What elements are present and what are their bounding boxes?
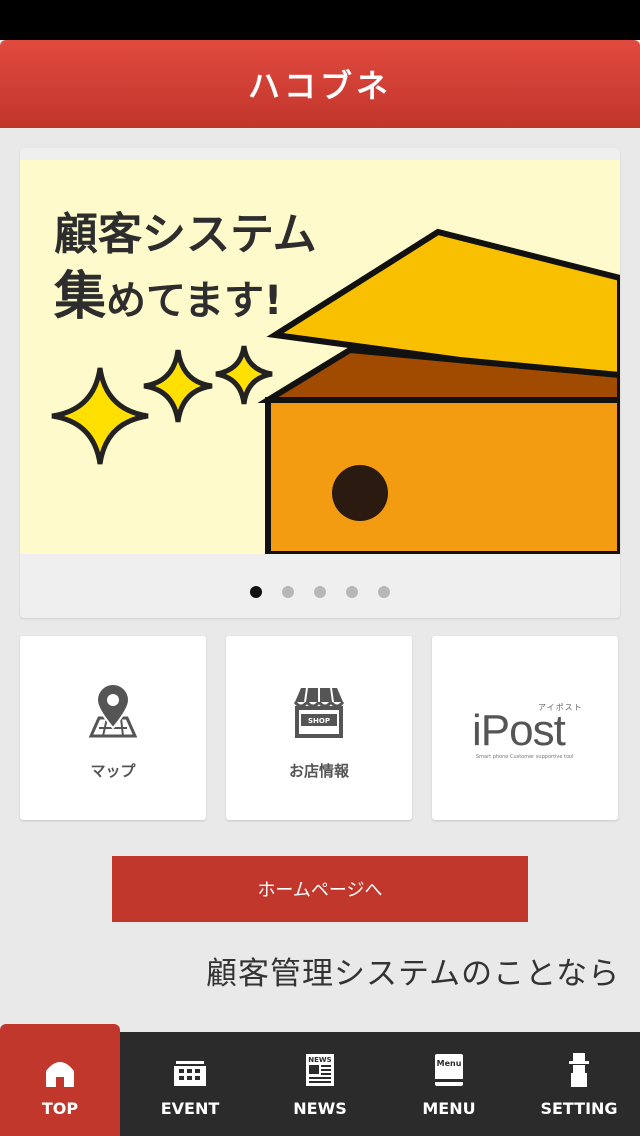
map-pin-icon xyxy=(88,683,138,738)
tile-shop-label: お店情報 xyxy=(288,762,349,780)
carousel-dot[interactable] xyxy=(346,586,358,598)
newspaper-icon: NEWS xyxy=(306,1054,334,1086)
banner-line2-rest: めてます! xyxy=(106,278,283,324)
app-title: ハコブネ xyxy=(247,67,392,105)
banner-headline: 顧客システム 集めてます! xyxy=(54,204,317,332)
banner-line2: 集めてます! xyxy=(54,266,317,332)
carousel-dot[interactable] xyxy=(250,586,262,598)
shop-badge-text: SHOP xyxy=(308,717,330,725)
carousel-dots xyxy=(20,586,620,598)
home-icon xyxy=(46,1062,74,1087)
carousel-dot[interactable] xyxy=(282,586,294,598)
tab-news-label: NEWS xyxy=(293,1099,347,1118)
sparkle-medium xyxy=(143,349,213,423)
ipost-logo: iPost xyxy=(472,706,566,755)
app-header: ハコブネ xyxy=(0,40,640,128)
tab-menu[interactable]: Menu MENU xyxy=(389,1032,509,1136)
tab-top-label: TOP xyxy=(41,1099,79,1118)
tile-shop-info[interactable]: SHOP お店情報 xyxy=(226,636,412,820)
shop-icon: SHOP xyxy=(293,687,345,738)
tile-map[interactable]: マップ xyxy=(20,636,206,820)
status-bar xyxy=(0,0,640,40)
banner-line1: 顧客システム xyxy=(54,209,317,260)
tab-top[interactable]: TOP xyxy=(0,1024,120,1136)
ipost-tagline: Smart phone Customer supportive tool xyxy=(476,754,574,760)
tab-setting-label: SETTING xyxy=(540,1099,618,1118)
tab-news[interactable]: NEWS NEWS xyxy=(260,1032,380,1136)
sparkle-small xyxy=(215,345,273,405)
person-setting-icon xyxy=(569,1053,589,1087)
homepage-button[interactable]: ホームページへ xyxy=(112,856,528,922)
menu-icon-text: Menu xyxy=(437,1059,462,1068)
bottom-tab-bar: TOP EVENT NEWS NEWS Menu MENU SETTING xyxy=(0,1024,640,1136)
banner-image[interactable]: 顧客システム 集めてます! xyxy=(20,160,620,554)
calendar-icon xyxy=(174,1059,206,1086)
carousel-dot[interactable] xyxy=(314,586,326,598)
news-icon-text: NEWS xyxy=(308,1056,331,1064)
tab-event[interactable]: EVENT xyxy=(130,1032,250,1136)
carousel-dot[interactable] xyxy=(378,586,390,598)
menu-book-icon: Menu xyxy=(435,1054,463,1086)
tab-menu-label: MENU xyxy=(422,1099,476,1118)
tab-event-label: EVENT xyxy=(160,1099,220,1118)
tile-ipost[interactable]: アイポスト iPost Smart phone Customer support… xyxy=(432,636,618,820)
banner-line2-big: 集 xyxy=(54,267,107,327)
marquee-text: 顧客管理システムのことなら xyxy=(206,956,621,992)
banner-carousel[interactable]: 顧客システム 集めてます! xyxy=(20,148,620,618)
tile-map-label: マップ xyxy=(90,762,136,780)
sparkle-large xyxy=(51,367,149,465)
tab-setting[interactable]: SETTING xyxy=(519,1032,639,1136)
